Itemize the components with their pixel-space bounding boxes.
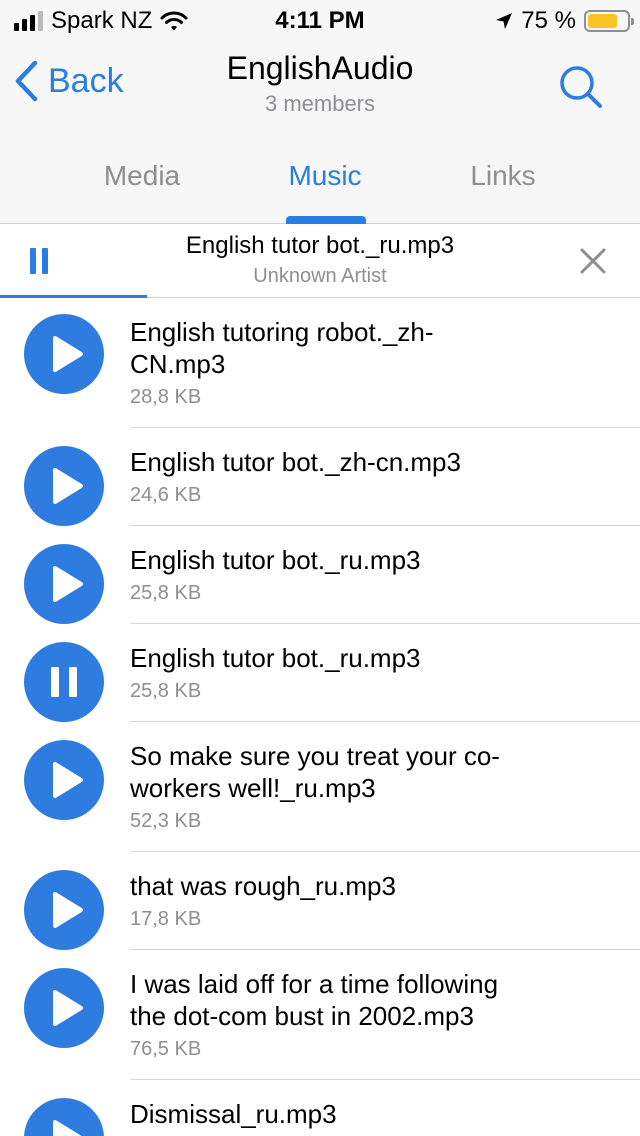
member-count: 3 members: [264, 91, 376, 116]
play-icon[interactable]: [24, 544, 104, 624]
now-playing-bar[interactable]: English tutor bot._ru.mp3 Unknown Artist: [0, 224, 640, 298]
tab-bar: Media Music Links: [0, 140, 640, 224]
track-title: English tutor bot._zh-cn.mp3: [130, 447, 461, 477]
tab-links[interactable]: Links: [413, 160, 593, 192]
track-info: English tutoring robot._zh- CN.mp3 28,8 K…: [130, 316, 620, 409]
status-right: 75 %: [495, 7, 634, 35]
tab-active-indicator: [286, 216, 366, 224]
track-title: English tutor bot._ru.mp3: [130, 545, 421, 575]
track-info: English tutor bot._ru.mp3 25,8 KB: [130, 642, 620, 703]
nav-bar: Back EnglishAudio 3 members: [0, 40, 640, 130]
tab-music[interactable]: Music: [235, 160, 415, 192]
player-artist: Unknown Artist: [253, 265, 387, 287]
header: Spark NZ 4:11 PM 75 % Back EnglishAudio …: [0, 0, 640, 224]
track-title: I was laid off for a time following the …: [130, 969, 499, 1031]
track-size: 52,3 KB: [130, 810, 202, 832]
track-info: that was rough_ru.mp3 17,8 KB: [130, 870, 620, 931]
track-row[interactable]: that was rough_ru.mp3 17,8 KB: [0, 852, 640, 950]
play-icon[interactable]: [24, 1098, 104, 1136]
track-title: So make sure you treat your co- workers …: [130, 741, 500, 803]
search-icon[interactable]: [558, 64, 604, 110]
track-title: Dismissal_ru.mp3: [130, 1099, 337, 1129]
track-row[interactable]: English tutor bot._zh-cn.mp3 24,6 KB: [0, 428, 640, 526]
track-info: So make sure you treat your co- workers …: [130, 740, 620, 833]
battery-percent: 75 %: [521, 7, 576, 34]
chat-title: EnglishAudio: [226, 50, 414, 86]
play-icon[interactable]: [24, 968, 104, 1048]
track-row[interactable]: English tutor bot._ru.mp3 25,8 KB: [0, 526, 640, 624]
location-arrow-icon: [496, 13, 513, 29]
track-info: I was laid off for a time following the …: [130, 968, 620, 1061]
track-size: 17,8 KB: [130, 908, 202, 930]
track-row[interactable]: English tutor bot._ru.mp3 25,8 KB: [0, 624, 640, 722]
title-block[interactable]: EnglishAudio 3 members: [0, 50, 640, 117]
close-icon[interactable]: [578, 246, 608, 276]
track-row[interactable]: I was laid off for a time following the …: [0, 950, 640, 1080]
pause-icon[interactable]: [24, 642, 104, 722]
track-size: 28,8 KB: [130, 386, 202, 408]
play-icon[interactable]: [24, 740, 104, 820]
track-row[interactable]: So make sure you treat your co- workers …: [0, 722, 640, 852]
track-size: 24,6 KB: [130, 484, 202, 506]
track-size: 76,5 KB: [130, 1038, 202, 1060]
track-list: English tutoring robot._zh- CN.mp3 28,8 K…: [0, 298, 640, 1136]
track-info: Dismissal_ru.mp3: [130, 1098, 620, 1136]
play-icon[interactable]: [24, 446, 104, 526]
battery-icon: [584, 10, 634, 32]
track-title: English tutoring robot._zh- CN.mp3: [130, 317, 434, 379]
status-bar: Spark NZ 4:11 PM 75 %: [0, 0, 640, 40]
track-info: English tutor bot._zh-cn.mp3 24,6 KB: [130, 446, 620, 507]
track-size: 25,8 KB: [130, 680, 202, 702]
battery-cap: [631, 18, 634, 25]
player-info[interactable]: English tutor bot._ru.mp3 Unknown Artist: [0, 232, 640, 288]
player-title: English tutor bot._ru.mp3: [185, 232, 455, 259]
track-title: that was rough_ru.mp3: [130, 871, 396, 901]
play-icon[interactable]: [24, 314, 104, 394]
track-title: English tutor bot._ru.mp3: [130, 643, 421, 673]
screen: Spark NZ 4:11 PM 75 % Back EnglishAudio …: [0, 0, 640, 1136]
play-icon[interactable]: [24, 870, 104, 950]
track-size: 25,8 KB: [130, 582, 202, 604]
track-row[interactable]: Dismissal_ru.mp3: [0, 1080, 640, 1136]
track-info: English tutor bot._ru.mp3 25,8 KB: [130, 544, 620, 605]
tab-media[interactable]: Media: [52, 160, 232, 192]
battery-fill: [588, 14, 617, 28]
track-row[interactable]: English tutoring robot._zh- CN.mp3 28,8 K…: [0, 298, 640, 428]
